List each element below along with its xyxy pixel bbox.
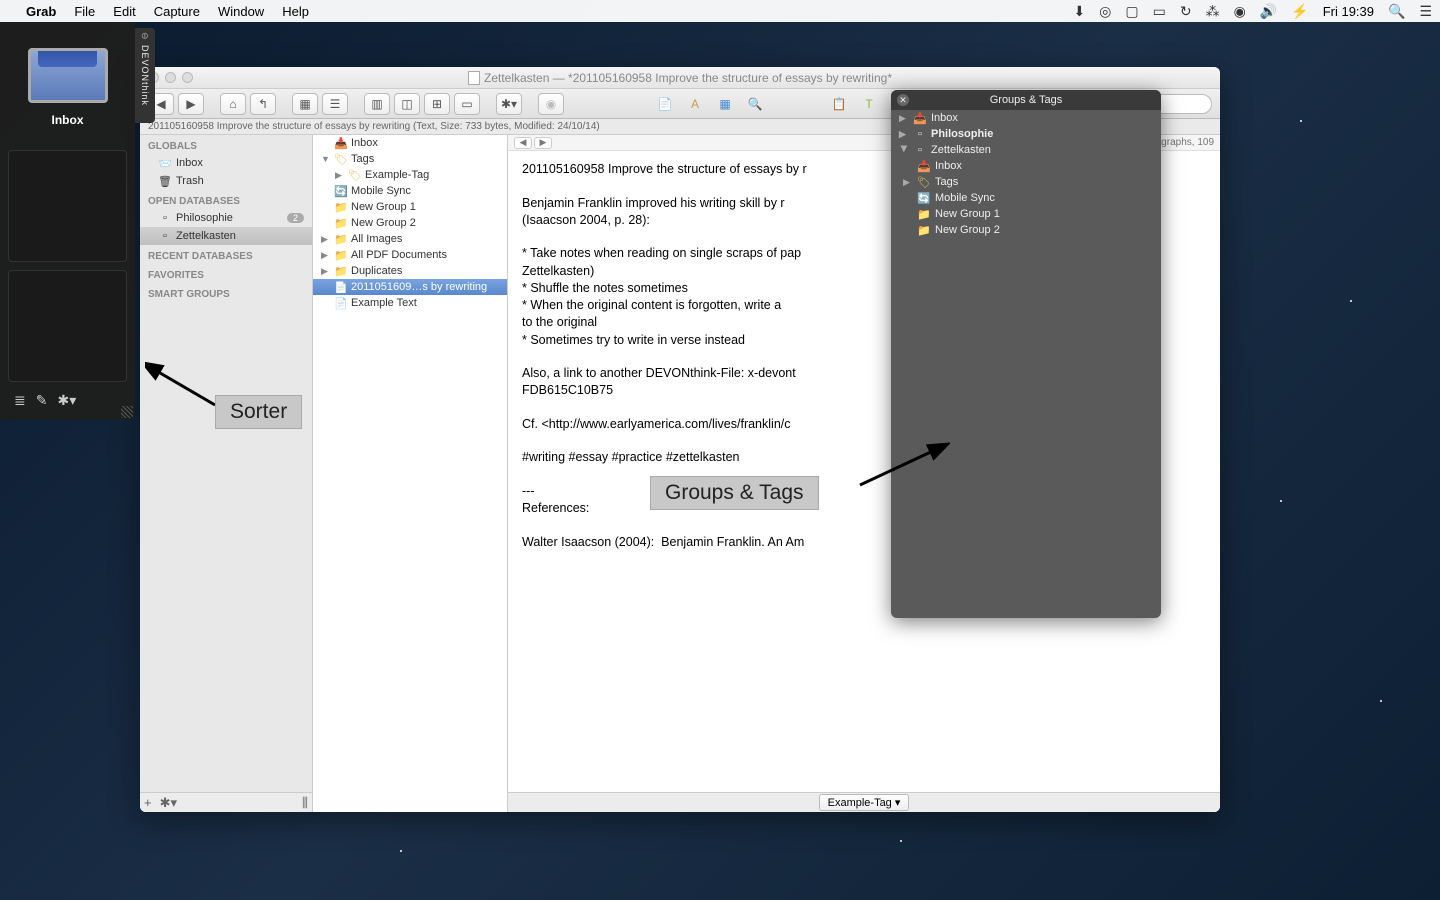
gp-zettelkasten[interactable]: ▶▫Zettelkasten	[891, 142, 1161, 158]
sorter-inbox-label: Inbox	[52, 113, 84, 127]
gp-philosophie[interactable]: ▶▫Philosophie	[891, 126, 1161, 142]
tree-doc-current[interactable]: 📄2011051609…s by rewriting	[313, 279, 507, 295]
tree-example-tag[interactable]: ▶🏷Example-Tag	[313, 167, 507, 183]
gear-button[interactable]: ✱▾	[160, 795, 177, 811]
tree-newgroup2[interactable]: 📁New Group 2	[313, 215, 507, 231]
sidebar-smartgroups-header: SMART GROUPS	[140, 283, 312, 302]
capture-menu[interactable]: Capture	[154, 4, 200, 19]
font-button[interactable]: A	[682, 93, 708, 115]
tree-duplicates[interactable]: ▶📁Duplicates	[313, 263, 507, 279]
gp-zk-newgroup2[interactable]: 📁New Group 2	[891, 222, 1161, 238]
color-button[interactable]: ▦	[712, 93, 738, 115]
nav-back-button[interactable]: ◀	[514, 137, 532, 149]
tree-doc-example[interactable]: 📄Example Text	[313, 295, 507, 311]
tree-mobile-sync[interactable]: 🔄Mobile Sync	[313, 183, 507, 199]
sidebar-db-zettelkasten[interactable]: ▫Zettelkasten	[140, 227, 312, 245]
document-info: 201105160958 Improve the structure of es…	[148, 121, 600, 132]
add-button[interactable]: +	[144, 795, 152, 810]
volume-icon[interactable]: 🔊	[1260, 3, 1277, 20]
groups-panel-title[interactable]: ✕ Groups & Tags	[891, 90, 1161, 110]
close-icon[interactable]: ✕	[897, 94, 909, 106]
tree-all-images[interactable]: ▶📁All Images	[313, 231, 507, 247]
status-icon[interactable]: ◎	[1099, 3, 1111, 20]
sidebar-recentdb-header: RECENT DATABASES	[140, 245, 312, 264]
app-menu[interactable]: Grab	[26, 4, 56, 19]
timemachine-icon[interactable]: ↻	[1180, 3, 1192, 20]
group-tree: 📥Inbox ▼🏷Tags ▶🏷Example-Tag 🔄Mobile Sync…	[313, 135, 508, 812]
menubar: Grab File Edit Capture Window Help ⬇ ◎ ▢…	[0, 0, 1440, 22]
dropbox-icon[interactable]: ⬇	[1073, 3, 1085, 20]
badge: 2	[287, 213, 304, 223]
note-button[interactable]: T	[856, 93, 882, 115]
devonthink-tab[interactable]: DEVONthink	[135, 28, 155, 123]
sorter-note-icon[interactable]: ✎	[36, 392, 48, 409]
forward-button[interactable]: ▶	[178, 93, 204, 115]
tree-tags[interactable]: ▼🏷Tags	[313, 151, 507, 167]
clock[interactable]: Fri 19:39	[1323, 4, 1374, 19]
help-menu[interactable]: Help	[282, 4, 309, 19]
tag-chip[interactable]: Example-Tag ▾	[819, 794, 910, 811]
file-menu[interactable]: File	[74, 4, 95, 19]
view-list-button[interactable]: ☰	[322, 93, 348, 115]
tool-button[interactable]: 📄	[652, 93, 678, 115]
sorter-resize-handle[interactable]	[121, 406, 133, 418]
window-titlebar[interactable]: Zettelkasten — *201105160958 Improve the…	[140, 67, 1220, 89]
annotation-arrow	[145, 360, 225, 410]
search-button[interactable]: 🔍	[742, 93, 768, 115]
clipboard-button[interactable]: 📋	[826, 93, 852, 115]
bluetooth-icon[interactable]: ⁂	[1206, 3, 1220, 20]
sidebar-trash[interactable]: 🗑Trash	[140, 172, 312, 190]
sorter-slot-empty[interactable]	[8, 150, 127, 262]
battery-icon[interactable]: ⚡	[1291, 3, 1308, 20]
spotlight-icon[interactable]: 🔍	[1388, 3, 1405, 20]
sidebar-globals-header: GLOBALS	[140, 135, 312, 154]
nav-forward-button[interactable]: ▶	[534, 137, 552, 149]
notifications-icon[interactable]: ☰	[1419, 3, 1432, 20]
reveal-button[interactable]: ↰	[250, 93, 276, 115]
groups-tags-panel: ✕ Groups & Tags ▶📥Inbox ▶▫Philosophie ▶▫…	[891, 90, 1161, 618]
sidebar-favorites-header: FAVORITES	[140, 264, 312, 283]
view-preview-button[interactable]: ▭	[454, 93, 480, 115]
gp-zk-mobilesync[interactable]: 🔄Mobile Sync	[891, 190, 1161, 206]
display-icon[interactable]: ▭	[1153, 3, 1166, 20]
sidebar-opendb-header: OPEN DATABASES	[140, 190, 312, 209]
tree-all-pdf[interactable]: ▶📁All PDF Documents	[313, 247, 507, 263]
window-title: Zettelkasten — *201105160958 Improve the…	[484, 71, 892, 85]
annotation-sorter: Sorter	[215, 395, 302, 429]
action-button[interactable]: ✱▾	[496, 93, 522, 115]
sorter-panel: Inbox ≣ ✎ ✱▾	[0, 22, 135, 420]
sidebar: GLOBALS 📨Inbox 🗑Trash OPEN DATABASES ▫Ph…	[140, 135, 313, 812]
sorter-gear-icon[interactable]: ✱▾	[57, 392, 76, 409]
view-split-button[interactable]: ◫	[394, 93, 420, 115]
sorter-slot-empty[interactable]	[8, 270, 127, 382]
gp-zk-inbox[interactable]: 📥Inbox	[891, 158, 1161, 174]
airplay-icon[interactable]: ▢	[1125, 3, 1138, 20]
view-icons-button[interactable]: ▦	[292, 93, 318, 115]
sorter-list-icon[interactable]: ≣	[14, 392, 26, 409]
tree-inbox[interactable]: 📥Inbox	[313, 135, 507, 151]
inbox-tray-icon	[28, 48, 108, 103]
tag-bar: Example-Tag ▾	[508, 792, 1220, 812]
wifi-icon[interactable]: ◉	[1234, 3, 1246, 20]
quicklook-button[interactable]: ◉	[538, 93, 564, 115]
annotation-groups: Groups & Tags	[650, 476, 819, 510]
sidebar-inbox[interactable]: 📨Inbox	[140, 154, 312, 172]
sidebar-resize-icon[interactable]: ⫼	[302, 795, 308, 811]
annotation-arrow	[850, 440, 950, 490]
view-three-button[interactable]: ⊞	[424, 93, 450, 115]
window-menu[interactable]: Window	[218, 4, 264, 19]
gp-zk-newgroup1[interactable]: 📁New Group 1	[891, 206, 1161, 222]
document-icon	[468, 71, 480, 85]
edit-menu[interactable]: Edit	[113, 4, 135, 19]
tree-newgroup1[interactable]: 📁New Group 1	[313, 199, 507, 215]
gp-zk-tags[interactable]: ▶🏷Tags	[891, 174, 1161, 190]
view-columns-button[interactable]: ▥	[364, 93, 390, 115]
sidebar-bottom-bar: + ✱▾ ⫼	[140, 792, 312, 812]
sorter-inbox-slot[interactable]: Inbox	[8, 32, 127, 142]
gp-inbox[interactable]: ▶📥Inbox	[891, 110, 1161, 126]
home-button[interactable]: ⌂	[220, 93, 246, 115]
sidebar-db-philosophie[interactable]: ▫Philosophie2	[140, 209, 312, 227]
